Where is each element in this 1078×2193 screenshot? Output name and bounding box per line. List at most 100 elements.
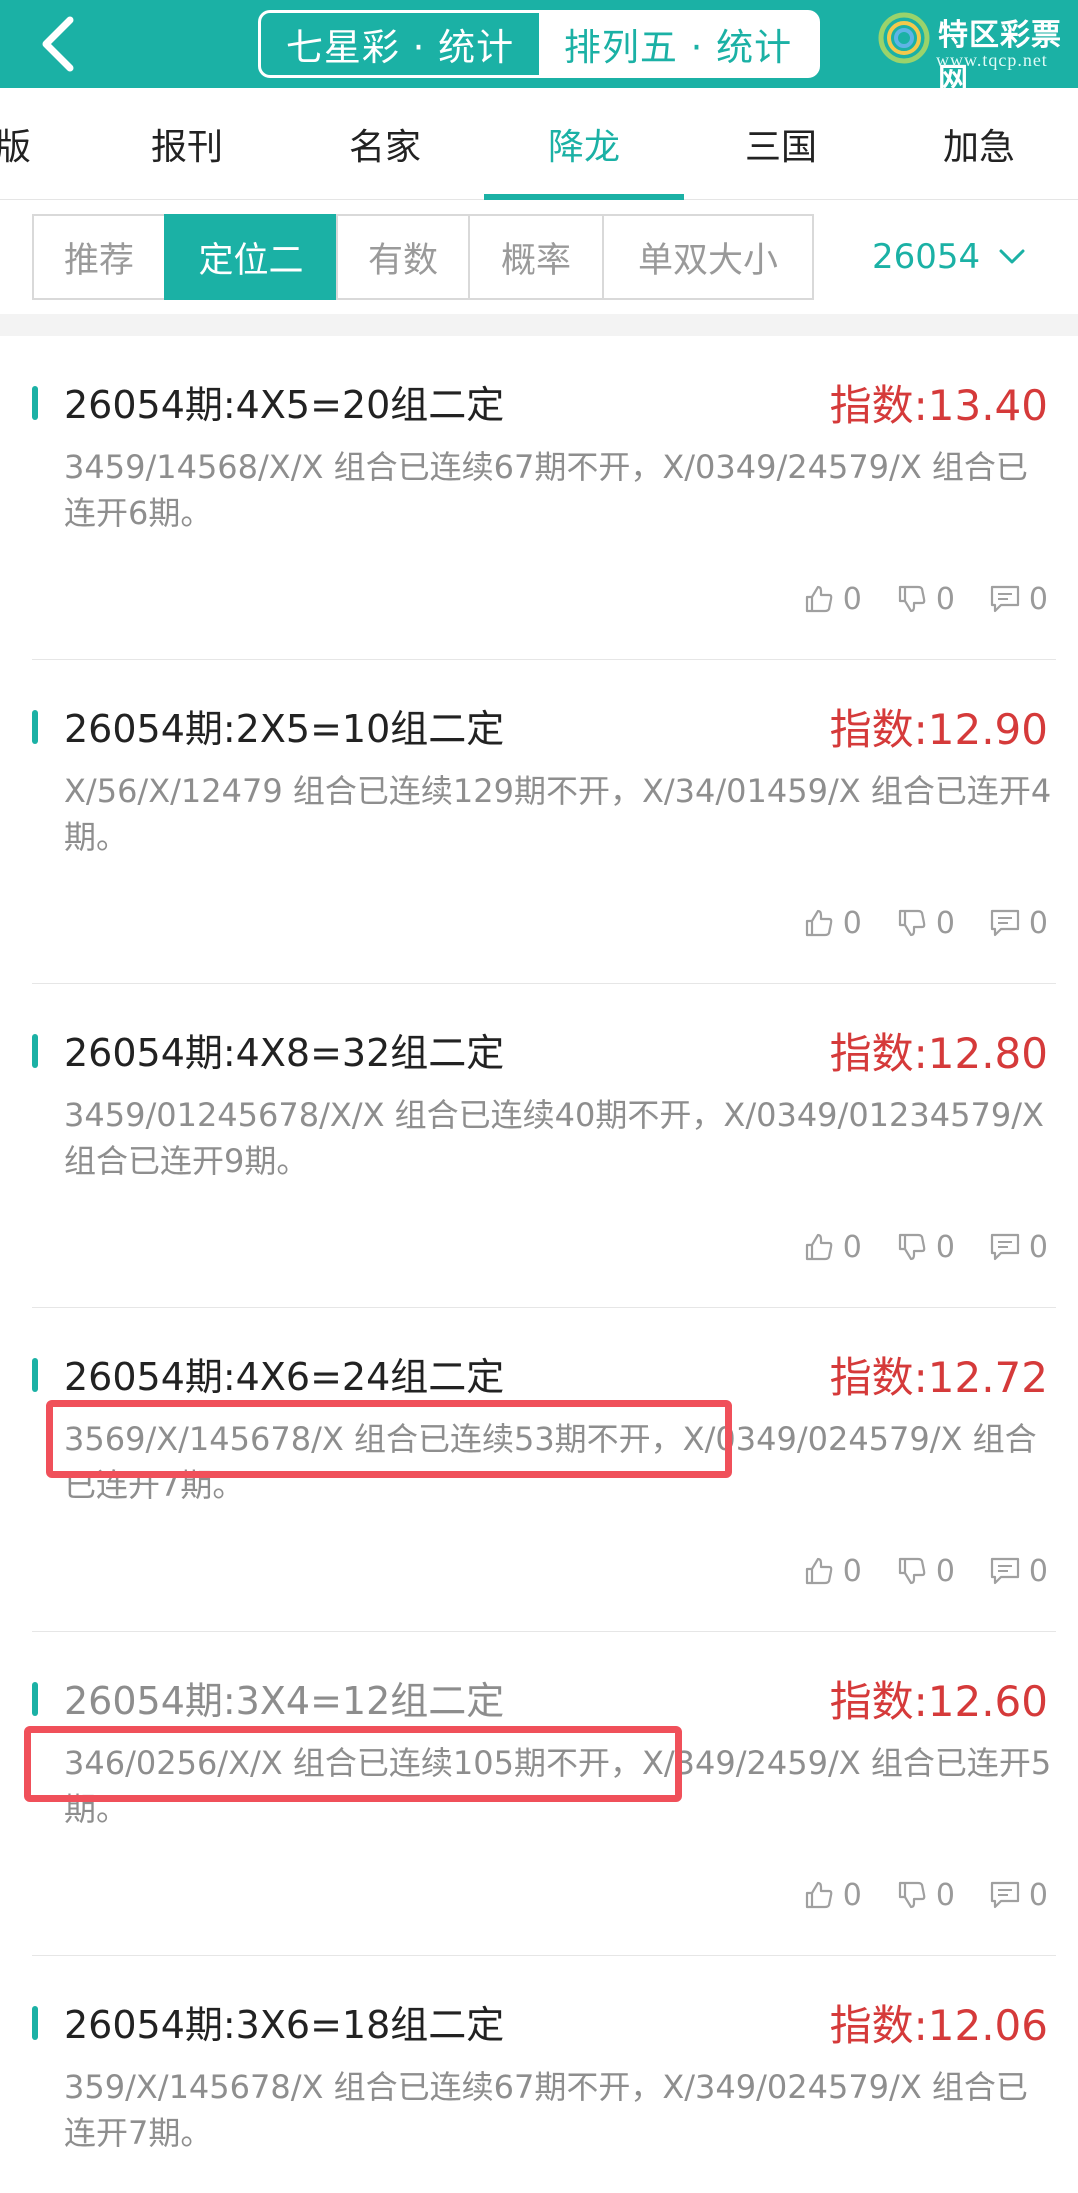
- thumbs-down-icon: [898, 909, 926, 937]
- card-description: 3569/X/145678/X 组合已连续53期不开，X/0349/024579…: [64, 1420, 1037, 1504]
- issue-dropdown[interactable]: 26054: [872, 214, 1026, 300]
- thumbs-up-icon: [805, 1557, 833, 1585]
- like-button[interactable]: 0: [803, 582, 862, 617]
- comment-icon: [990, 1881, 1020, 1909]
- subtab-gailv[interactable]: 概率: [468, 214, 604, 300]
- comment-button[interactable]: 0: [989, 906, 1048, 941]
- card-description: 359/X/145678/X 组合已连续67期不开，X/349/024579/X…: [64, 2068, 1028, 2152]
- card-actions: 0 0 0: [769, 578, 1048, 620]
- tab-baokan[interactable]: 报刊: [92, 88, 282, 200]
- card-title: 26054期:2X5=10组二定: [64, 707, 505, 751]
- card-index: 指数:13.40: [829, 381, 1048, 430]
- segment-qixingcai[interactable]: 七星彩 · 统计: [261, 13, 539, 75]
- comment-count: 0: [1028, 1229, 1048, 1265]
- thumbs-down-icon: [898, 1233, 926, 1261]
- thumbs-up-icon: [805, 909, 833, 937]
- thumbs-up-icon: [805, 1881, 833, 1909]
- card-index: 指数:12.06: [829, 2001, 1048, 2050]
- subtab-dingweier[interactable]: 定位二: [164, 214, 338, 300]
- chevron-left-icon: [42, 16, 74, 72]
- like-count: 0: [842, 905, 862, 941]
- thumbs-up-icon: [805, 585, 833, 613]
- dislike-button[interactable]: 0: [896, 1878, 955, 1913]
- issue-number: 26054: [872, 237, 981, 277]
- comment-icon: [990, 585, 1020, 613]
- dislike-button[interactable]: 0: [896, 906, 955, 941]
- dislike-button[interactable]: 0: [896, 582, 955, 617]
- card-title: 26054期:4X6=24组二定: [64, 1355, 505, 1399]
- forecast-card[interactable]: 26054期:4X8=32组二定 指数:12.80 3459/01245678/…: [32, 984, 1056, 1308]
- card-title: 26054期:4X8=32组二定: [64, 1031, 505, 1075]
- tab-jianglong[interactable]: 降龙: [489, 88, 679, 200]
- dislike-count: 0: [935, 1877, 955, 1913]
- card-index: 指数:12.80: [829, 1029, 1048, 1078]
- comment-icon: [990, 909, 1020, 937]
- forecast-card[interactable]: 26054期:3X4=12组二定 指数:12.60 346/0256/X/X 组…: [32, 1632, 1056, 1956]
- chevron-down-icon: [999, 249, 1025, 264]
- dislike-count: 0: [935, 905, 955, 941]
- like-button[interactable]: 0: [803, 906, 862, 941]
- card-description: 346/0256/X/X 组合已连续105期不开，X/349/2459/X 组合…: [64, 1744, 1052, 1828]
- card-title: 26054期:3X6=18组二定: [64, 2003, 505, 2047]
- comment-count: 0: [1028, 581, 1048, 617]
- card-accent-bar: [32, 386, 38, 420]
- thumbs-down-icon: [898, 585, 926, 613]
- thumbs-up-icon: [805, 1233, 833, 1261]
- like-button[interactable]: 0: [803, 1554, 862, 1589]
- card-accent-bar: [32, 710, 38, 744]
- subtab-tuijian[interactable]: 推荐: [32, 214, 166, 300]
- tab-jiaji[interactable]: 加急: [884, 88, 1074, 200]
- comment-button[interactable]: 0: [989, 1878, 1048, 1913]
- thumbs-down-icon: [898, 1881, 926, 1909]
- like-button[interactable]: 0: [803, 1878, 862, 1913]
- card-actions: 0 0 0: [769, 1874, 1048, 1916]
- dislike-button[interactable]: 0: [896, 1230, 955, 1265]
- sub-tabs: 推荐 定位二 有数 概率 单双大小: [32, 214, 814, 300]
- tab-sanguo[interactable]: 三国: [686, 88, 876, 200]
- card-actions: 0 0 0: [769, 902, 1048, 944]
- card-title: 26054期:4X5=20组二定: [64, 383, 505, 427]
- dislike-count: 0: [935, 1229, 955, 1265]
- active-tab-indicator: [484, 194, 684, 200]
- logo-url: www.tqcp.net: [936, 50, 1048, 70]
- card-actions: 0 0 0: [769, 1226, 1048, 1268]
- site-logo: 特区彩票网 www.tqcp.net: [872, 6, 1078, 97]
- section-divider: [0, 314, 1078, 336]
- comment-count: 0: [1028, 1553, 1048, 1589]
- card-accent-bar: [32, 1682, 38, 1716]
- comment-button[interactable]: 0: [989, 1554, 1048, 1589]
- forecast-card[interactable]: 26054期:3X6=18组二定 指数:12.06 359/X/145678/X…: [32, 1956, 1056, 2193]
- card-accent-bar: [32, 2006, 38, 2040]
- segment-pailiewu[interactable]: 排列五 · 统计: [539, 13, 817, 75]
- comment-count: 0: [1028, 905, 1048, 941]
- tab-mingjia[interactable]: 名家: [290, 88, 480, 200]
- thumbs-down-icon: [898, 1557, 926, 1585]
- like-button[interactable]: 0: [803, 1230, 862, 1265]
- forecast-card[interactable]: 26054期:4X6=24组二定 指数:12.72 3569/X/145678/…: [32, 1308, 1056, 1632]
- back-button[interactable]: [26, 12, 90, 76]
- lottery-segment-control: 七星彩 · 统计 排列五 · 统计: [258, 10, 820, 78]
- card-accent-bar: [32, 1034, 38, 1068]
- comment-button[interactable]: 0: [989, 582, 1048, 617]
- card-description: 3459/01245678/X/X 组合已连续40期不开，X/0349/0123…: [64, 1096, 1044, 1180]
- like-count: 0: [842, 581, 862, 617]
- category-tabs: 版 报刊 名家 降龙 三国 加急: [0, 88, 1078, 200]
- like-count: 0: [842, 1877, 862, 1913]
- comment-button[interactable]: 0: [989, 1230, 1048, 1265]
- like-count: 0: [842, 1553, 862, 1589]
- dislike-count: 0: [935, 1553, 955, 1589]
- card-actions: 0 0 0: [769, 1550, 1048, 1592]
- comment-icon: [990, 1233, 1020, 1261]
- card-description: 3459/14568/X/X 组合已连续67期不开，X/0349/24579/X…: [64, 448, 1028, 532]
- forecast-card[interactable]: 26054期:2X5=10组二定 指数:12.90 X/56/X/12479 组…: [32, 660, 1056, 984]
- comment-icon: [990, 1557, 1020, 1585]
- forecast-card[interactable]: 26054期:4X5=20组二定 指数:13.40 3459/14568/X/X…: [32, 336, 1056, 660]
- like-count: 0: [842, 1229, 862, 1265]
- comment-count: 0: [1028, 1877, 1048, 1913]
- card-title: 26054期:3X4=12组二定: [64, 1679, 505, 1723]
- dislike-button[interactable]: 0: [896, 1554, 955, 1589]
- card-index: 指数:12.60: [829, 1677, 1048, 1726]
- subtab-youshu[interactable]: 有数: [336, 214, 470, 300]
- dislike-count: 0: [935, 581, 955, 617]
- subtab-danshuang-daxiao[interactable]: 单双大小: [602, 214, 814, 300]
